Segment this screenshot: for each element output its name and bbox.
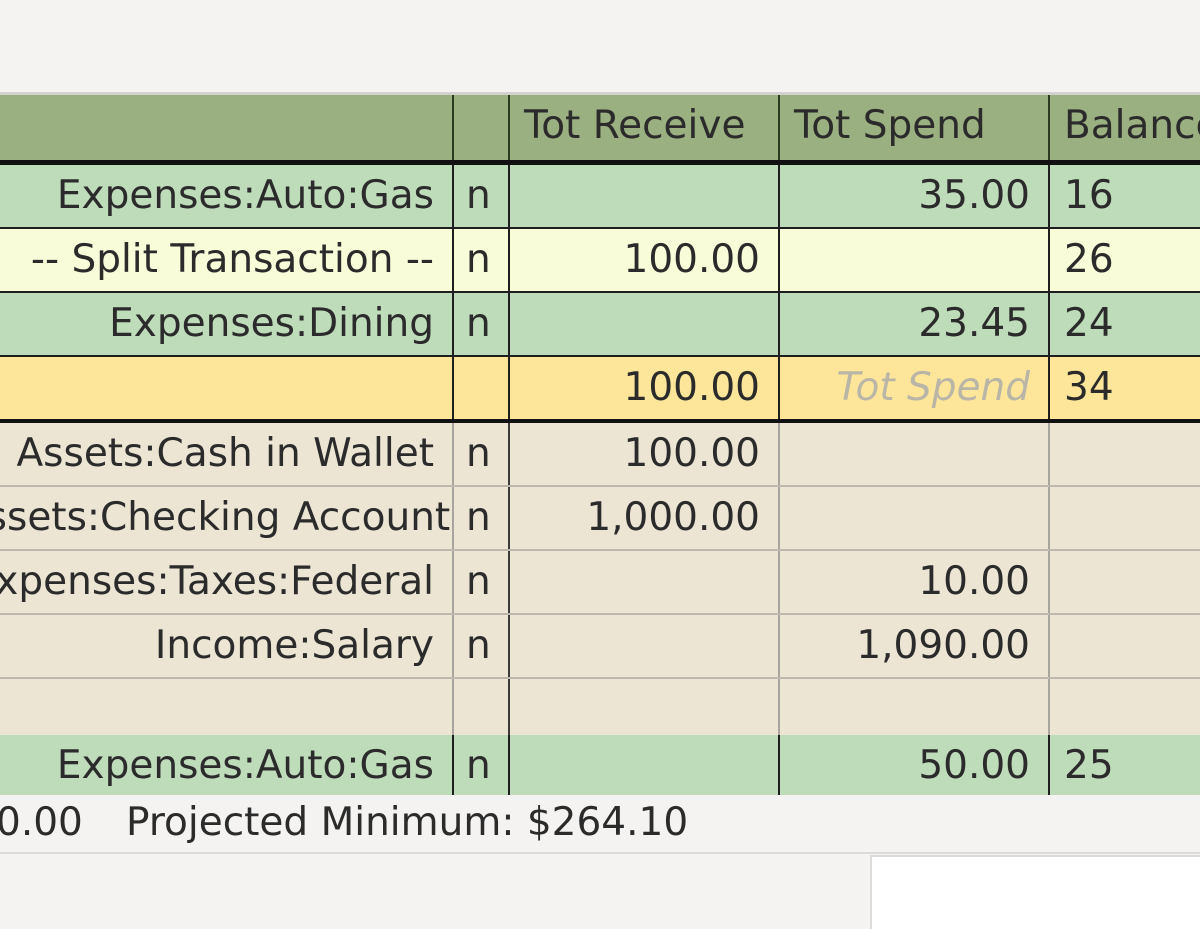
table-row[interactable]: -- Split Transaction -- n 100.00 26	[0, 229, 1200, 293]
split-reconcile-cell[interactable]: n	[454, 487, 510, 549]
split-spend-cell[interactable]: 10.00	[780, 551, 1050, 613]
register-ledger: Tot Receive Tot Spend Balance Expenses:A…	[0, 95, 1200, 795]
receive-cell[interactable]: 100.00	[510, 229, 780, 291]
reconcile-cell[interactable]: n	[454, 293, 510, 355]
split-spend-cell[interactable]	[780, 679, 1050, 741]
balance-cell: 24	[1064, 301, 1114, 346]
receive-cell[interactable]	[510, 293, 780, 355]
split-account-cell[interactable]: Assets:Checking Account	[0, 487, 454, 549]
bottom-panel	[870, 855, 1200, 929]
split-balance-cell	[1050, 487, 1200, 549]
receive-cell[interactable]	[510, 735, 780, 795]
split-spend-cell[interactable]	[780, 487, 1050, 549]
split-receive-cell[interactable]	[510, 551, 780, 613]
spend-cell[interactable]: 23.45	[780, 293, 1050, 355]
status-left-value: 0.00	[0, 800, 83, 845]
reconcile-cell[interactable]: n	[454, 229, 510, 291]
split-balance-cell	[1050, 423, 1200, 485]
header-tot-receive[interactable]: Tot Receive	[510, 95, 780, 160]
spend-input-placeholder[interactable]: Tot Spend	[780, 357, 1050, 419]
split-account-cell[interactable]: Assets:Cash in Wallet	[0, 423, 454, 485]
split-account-cell[interactable]: Expenses:Taxes:Federal	[0, 551, 454, 613]
split-receive-cell[interactable]: 1,000.00	[510, 487, 780, 549]
split-reconcile-cell[interactable]	[454, 679, 510, 741]
split-balance-cell	[1050, 551, 1200, 613]
split-reconcile-cell[interactable]: n	[454, 423, 510, 485]
split-row-empty[interactable]	[0, 679, 1200, 743]
register-header: Tot Receive Tot Spend Balance	[0, 95, 1200, 165]
reconcile-cell[interactable]: n	[454, 735, 510, 795]
split-receive-cell[interactable]: 100.00	[510, 423, 780, 485]
split-row[interactable]: Expenses:Taxes:Federal n 10.00	[0, 551, 1200, 615]
split-row[interactable]: Income:Salary n 1,090.00	[0, 615, 1200, 679]
receive-cell[interactable]	[510, 165, 780, 227]
header-reconcile-cell	[454, 95, 510, 160]
status-bar: 0.00 Projected Minimum: $264.10	[0, 795, 1200, 854]
split-row[interactable]: Assets:Checking Account n 1,000.00	[0, 487, 1200, 551]
balance-cell: 26	[1064, 237, 1114, 282]
header-account-cell	[0, 95, 454, 160]
account-cell[interactable]	[0, 357, 454, 419]
split-balance-cell	[1050, 615, 1200, 677]
account-cell[interactable]: Expenses:Dining	[0, 293, 454, 355]
spend-cell[interactable]: 35.00	[780, 165, 1050, 227]
header-balance[interactable]: Balance	[1050, 95, 1200, 160]
projected-minimum: Projected Minimum: $264.10	[126, 800, 689, 845]
window-top-area	[0, 0, 1200, 92]
reconcile-cell[interactable]	[454, 357, 510, 419]
cursor-row[interactable]: 100.00 Tot Spend 34	[0, 357, 1200, 423]
balance-cell: 34	[1064, 365, 1114, 410]
split-account-cell[interactable]	[0, 679, 454, 741]
split-receive-cell[interactable]	[510, 679, 780, 741]
account-cell[interactable]: -- Split Transaction --	[0, 229, 454, 291]
split-row[interactable]: Assets:Cash in Wallet n 100.00	[0, 423, 1200, 487]
table-row[interactable]: Expenses:Auto:Gas n 50.00 25	[0, 735, 1200, 795]
account-cell[interactable]: Expenses:Auto:Gas	[0, 165, 454, 227]
spend-cell[interactable]: 50.00	[780, 735, 1050, 795]
balance-cell: 16	[1064, 173, 1114, 218]
reconcile-cell[interactable]: n	[454, 165, 510, 227]
account-cell[interactable]: Expenses:Auto:Gas	[0, 735, 454, 795]
table-row[interactable]: Expenses:Dining n 23.45 24	[0, 293, 1200, 357]
receive-cell[interactable]: 100.00	[510, 357, 780, 419]
split-balance-cell	[1050, 679, 1200, 741]
split-account-cell[interactable]: Income:Salary	[0, 615, 454, 677]
split-spend-cell[interactable]: 1,090.00	[780, 615, 1050, 677]
header-tot-spend[interactable]: Tot Spend	[780, 95, 1050, 160]
split-spend-cell[interactable]	[780, 423, 1050, 485]
split-reconcile-cell[interactable]: n	[454, 615, 510, 677]
split-reconcile-cell[interactable]: n	[454, 551, 510, 613]
spend-cell[interactable]	[780, 229, 1050, 291]
table-row[interactable]: Expenses:Auto:Gas n 35.00 16	[0, 165, 1200, 229]
balance-cell: 25	[1064, 743, 1114, 788]
split-receive-cell[interactable]	[510, 615, 780, 677]
